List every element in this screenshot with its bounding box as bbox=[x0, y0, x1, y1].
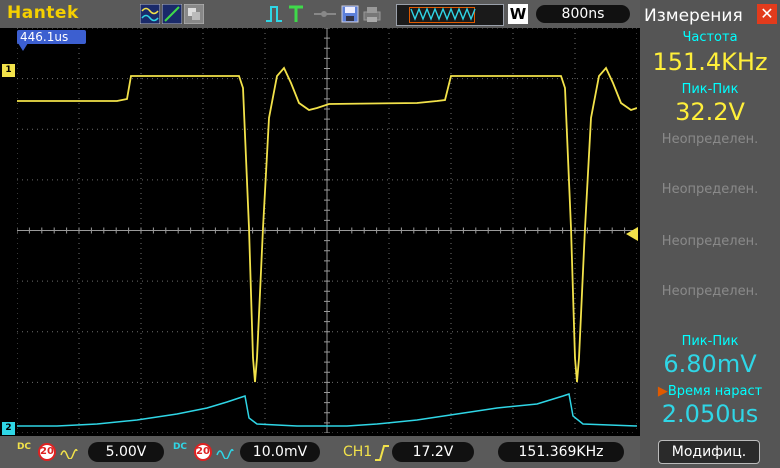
memory-mark[interactable]: W bbox=[508, 4, 528, 24]
ch2-ground-marker[interactable]: 2 bbox=[2, 422, 15, 435]
probe-icon bbox=[314, 11, 336, 17]
frequency-counter: 151.369KHz bbox=[498, 442, 624, 462]
save-icon[interactable] bbox=[340, 4, 360, 24]
buffer-waveform-icon bbox=[410, 7, 476, 21]
ch2-scale[interactable]: 10.0mV bbox=[240, 442, 320, 462]
selected-arrow-icon: ▶ bbox=[657, 384, 668, 399]
trigger-level-marker-icon[interactable] bbox=[626, 227, 638, 241]
measurement-value[interactable]: 6.80mV bbox=[640, 350, 780, 378]
trigger-position-label[interactable]: 446.1us bbox=[17, 30, 86, 44]
measurement-slot-undefined[interactable]: Неопределен. bbox=[640, 182, 780, 197]
measurement-label[interactable]: Пик-Пик bbox=[640, 334, 780, 349]
persist-icon[interactable] bbox=[184, 4, 204, 24]
waveform-mode-icon[interactable] bbox=[140, 4, 160, 24]
brand-logo: Hantek bbox=[7, 3, 79, 23]
xy-mode-icon[interactable] bbox=[162, 4, 182, 24]
timebase-readout[interactable]: 800ns bbox=[536, 5, 630, 23]
measurement-value[interactable]: 2.050us bbox=[640, 400, 780, 428]
measurement-value[interactable]: 32.2V bbox=[640, 98, 780, 126]
trigger-source[interactable]: CH1 bbox=[343, 443, 372, 461]
trigger-edge-icon[interactable] bbox=[264, 4, 284, 24]
measurement-slot-undefined[interactable]: Неопределен. bbox=[640, 284, 780, 299]
ch1-coupling[interactable]: DC bbox=[16, 443, 32, 461]
measurement-label[interactable]: Частота bbox=[640, 30, 780, 45]
ch2-bandwidth-icon[interactable] bbox=[216, 445, 234, 459]
ch1-bandwidth-icon[interactable] bbox=[60, 445, 78, 459]
ch1-ground-marker[interactable]: 1 bbox=[2, 64, 15, 77]
measurement-slot-undefined[interactable]: Неопределен. bbox=[640, 132, 780, 147]
measurement-value[interactable]: 151.4KHz bbox=[640, 48, 780, 76]
ch2-probe-badge[interactable]: 20 bbox=[194, 443, 212, 461]
trigger-position-arrow-icon bbox=[18, 43, 28, 51]
measurement-slot-undefined[interactable]: Неопределен. bbox=[640, 234, 780, 249]
print-icon[interactable] bbox=[362, 4, 382, 24]
memory-buffer-indicator[interactable] bbox=[396, 4, 504, 26]
ch1-probe-badge[interactable]: 20 bbox=[38, 443, 56, 461]
ch2-coupling[interactable]: DC bbox=[172, 443, 188, 461]
close-icon[interactable]: ✕ bbox=[757, 4, 777, 24]
trigger-slope-icon[interactable] bbox=[374, 444, 390, 462]
measurements-panel: Измерения ✕ Частота 151.4KHz Пик-Пик 32.… bbox=[640, 0, 780, 468]
waveform-display[interactable] bbox=[17, 28, 637, 433]
ch1-scale[interactable]: 5.00V bbox=[88, 442, 164, 462]
trigger-t-icon[interactable] bbox=[286, 4, 306, 24]
top-toolbar: Hantek W 800ns bbox=[0, 0, 640, 28]
measurement-label-selected[interactable]: ▶Время нараст bbox=[640, 384, 780, 399]
trigger-level[interactable]: 17.2V bbox=[392, 442, 474, 462]
bottom-status-bar: DC 20 5.00V DC 20 10.0mV CH1 17.2V 151.3… bbox=[0, 436, 640, 468]
modify-button[interactable]: Модифиц. bbox=[658, 440, 760, 464]
measurement-label[interactable]: Пик-Пик bbox=[640, 82, 780, 97]
